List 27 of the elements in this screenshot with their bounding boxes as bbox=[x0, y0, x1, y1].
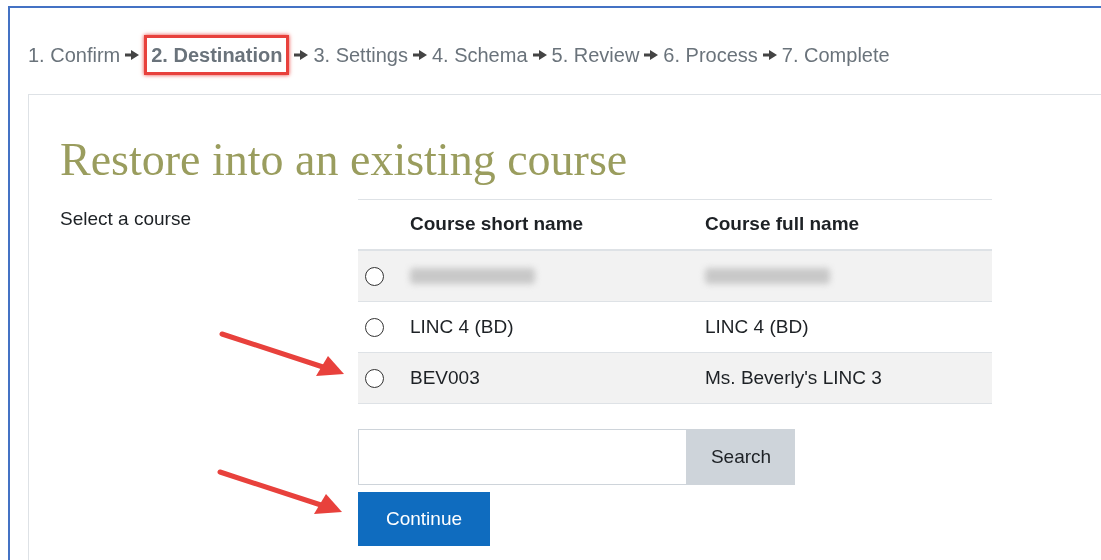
page-heading: Restore into an existing course bbox=[60, 135, 629, 185]
arrow-icon bbox=[762, 50, 777, 60]
table-cell-text: LINC 4 (BD) bbox=[410, 314, 515, 339]
breadcrumb-step: 2. Destination bbox=[144, 35, 290, 75]
arrow-icon bbox=[294, 50, 309, 60]
breadcrumb-step: 6. Process bbox=[663, 40, 758, 70]
column-header: Course short name bbox=[410, 212, 585, 237]
radio-button[interactable] bbox=[365, 368, 384, 388]
breadcrumb-step: 1. Confirm bbox=[28, 40, 121, 70]
column-header: Course full name bbox=[705, 212, 860, 237]
breadcrumb-step: 5. Review bbox=[551, 40, 640, 70]
breadcrumb-step: 3. Settings bbox=[313, 40, 408, 70]
arrow-icon bbox=[644, 50, 659, 60]
arrow-icon bbox=[412, 50, 427, 60]
radio-button[interactable] bbox=[365, 317, 384, 337]
table-cell-text: LINC 4 (BD) bbox=[705, 314, 809, 339]
breadcrumb-step: 4. Schema bbox=[431, 40, 528, 70]
breadcrumb-step: 7. Complete bbox=[781, 40, 890, 70]
search-field[interactable] bbox=[358, 429, 687, 485]
table-cell-text: BEV003 bbox=[410, 365, 481, 390]
arrow-icon bbox=[532, 50, 547, 60]
field-label: Select a course bbox=[60, 208, 191, 229]
continue-button[interactable]: Continue bbox=[358, 492, 490, 546]
search-button[interactable]: Search bbox=[687, 429, 795, 485]
radio-button[interactable] bbox=[365, 266, 384, 286]
table-cell-text: Ms. Beverly's LINC 3 bbox=[705, 365, 882, 390]
arrow-icon bbox=[125, 50, 140, 60]
